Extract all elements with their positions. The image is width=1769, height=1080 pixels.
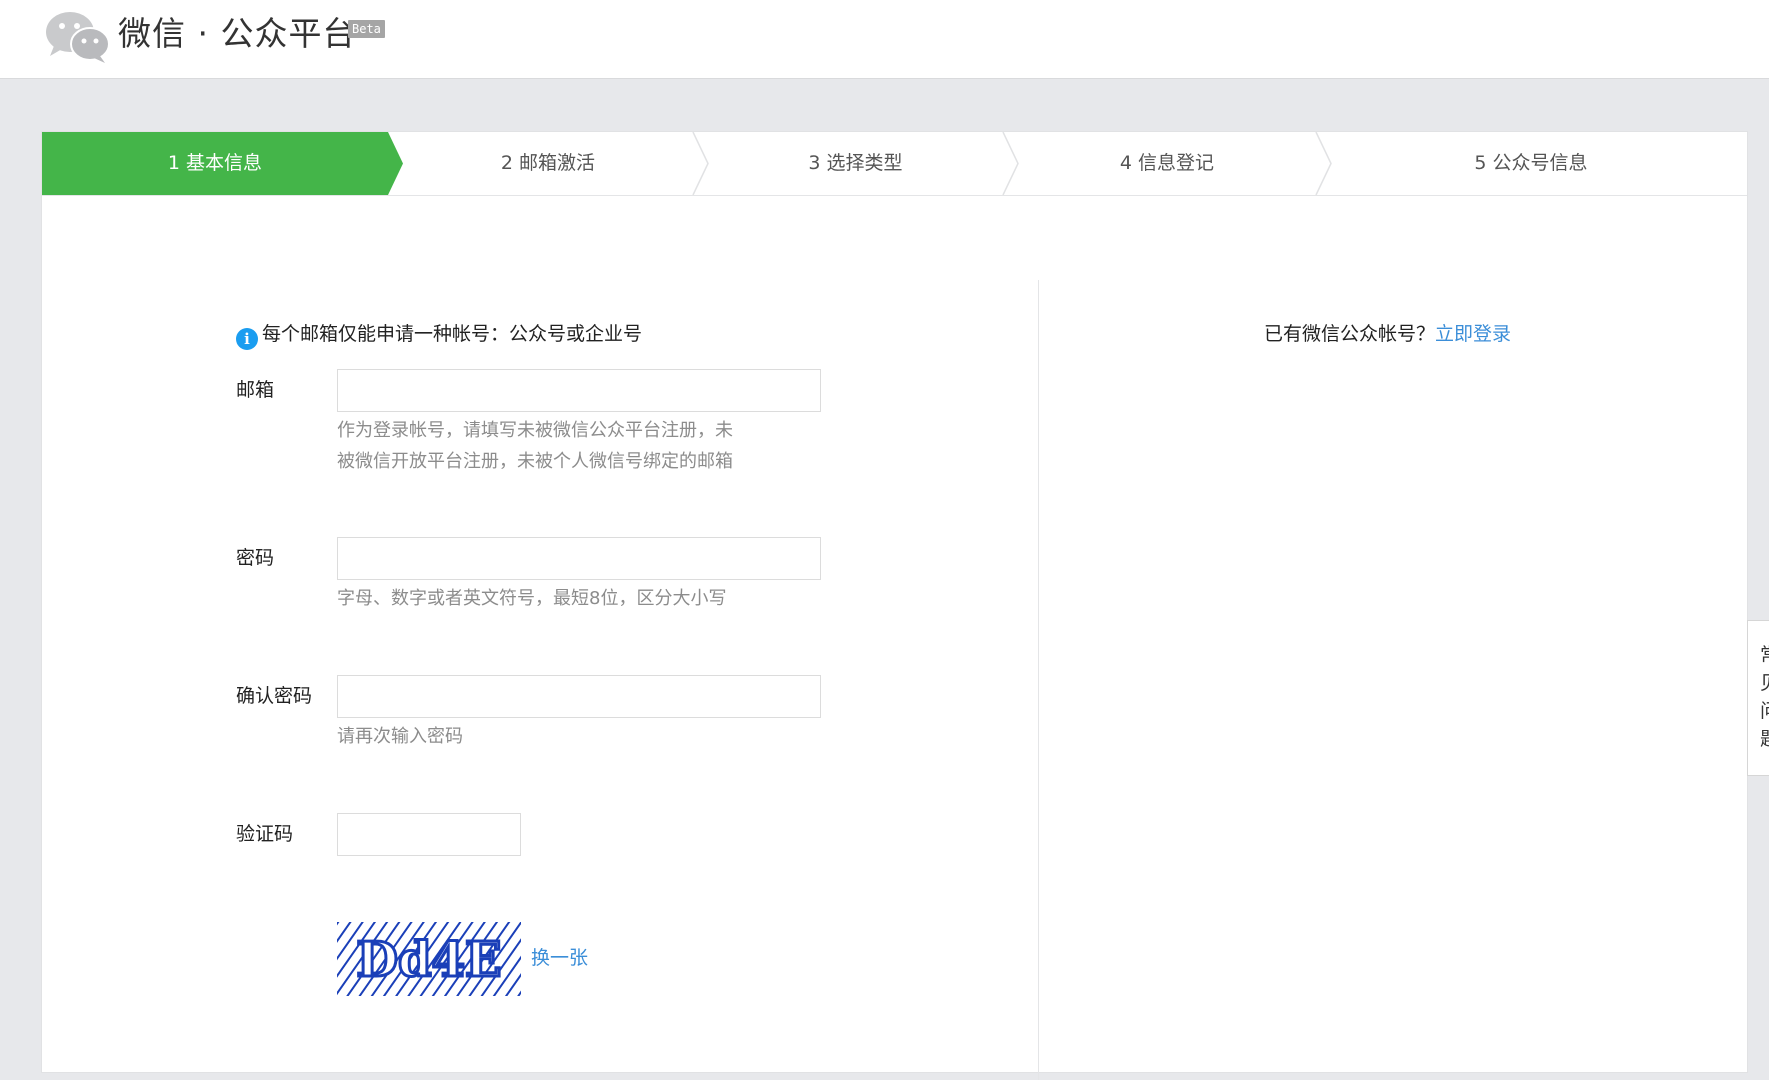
captcha-label: 验证码 — [236, 823, 294, 845]
beta-badge: Beta — [348, 20, 385, 38]
login-now-link[interactable]: 立即登录 — [1435, 323, 1511, 345]
platform-title[interactable]: 微信 · 公众平台 — [118, 12, 356, 56]
email-label: 邮箱 — [236, 379, 275, 401]
step-4-info-registration: 4 信息登记 — [1119, 152, 1215, 174]
faq-side-tab-char: 问 — [1760, 697, 1769, 725]
existing-account-hint: 已有微信公众帐号？立即登录 — [1264, 320, 1511, 348]
confirm-password-help: 请再次输入密码 — [337, 726, 463, 747]
notice-text: 每个邮箱仅能申请一种帐号：公众号或企业号 — [262, 323, 643, 345]
step-3-separator — [1002, 132, 1019, 195]
captcha-input[interactable] — [337, 813, 521, 856]
step-3-select-type: 3 选择类型 — [808, 152, 903, 174]
wechat-logo-icon[interactable] — [44, 8, 112, 64]
email-help-line-2: 被微信开放平台注册，未被个人微信号绑定的邮箱 — [337, 451, 733, 472]
top-header: 微信 · 公众平台 Beta — [0, 0, 1769, 79]
step-1-basic-info: 1 基本信息 — [167, 152, 263, 174]
vertical-divider — [1038, 280, 1039, 1080]
captcha-image[interactable]: Dd4E — [337, 922, 521, 996]
faq-side-tab[interactable]: 常 见 问 题 — [1747, 620, 1769, 776]
password-help: 字母、数字或者英文符号，最短8位，区分大小写 — [337, 588, 727, 609]
existing-account-question: 已有微信公众帐号？ — [1264, 323, 1436, 345]
confirm-password-input[interactable] — [337, 675, 821, 718]
email-help: 作为登录帐号，请填写未被微信公众平台注册，未 被微信开放平台注册，未被个人微信号… — [337, 415, 807, 477]
step-5-account-info: 5 公众号信息 — [1474, 152, 1588, 174]
email-help-line-1: 作为登录帐号，请填写未被微信公众平台注册，未 — [337, 420, 733, 441]
email-notice: i 每个邮箱仅能申请一种帐号：公众号或企业号 — [236, 320, 642, 350]
info-icon: i — [236, 328, 258, 350]
password-label: 密码 — [236, 547, 275, 569]
captcha-refresh-link[interactable]: 换一张 — [531, 944, 588, 972]
faq-side-tab-char: 常 — [1760, 641, 1769, 669]
confirm-password-label: 确认密码 — [236, 685, 313, 707]
faq-side-tab-char: 见 — [1760, 669, 1769, 697]
faq-side-tab-char: 题 — [1760, 725, 1769, 753]
step-progress-bar: 1 基本信息 2 邮箱激活 3 选择类型 4 信息登记 5 公众号信息 — [42, 132, 1747, 196]
step-4-separator — [1315, 132, 1332, 195]
captcha-text: Dd4E — [356, 932, 501, 988]
registration-card: 1 基本信息 2 邮箱激活 3 选择类型 4 信息登记 5 公众号信息 i 每个邮… — [41, 131, 1748, 1080]
step-2-separator — [692, 132, 709, 195]
password-input[interactable] — [337, 537, 821, 580]
email-input[interactable] — [337, 369, 821, 412]
step-2-email-activation: 2 邮箱激活 — [500, 152, 596, 174]
